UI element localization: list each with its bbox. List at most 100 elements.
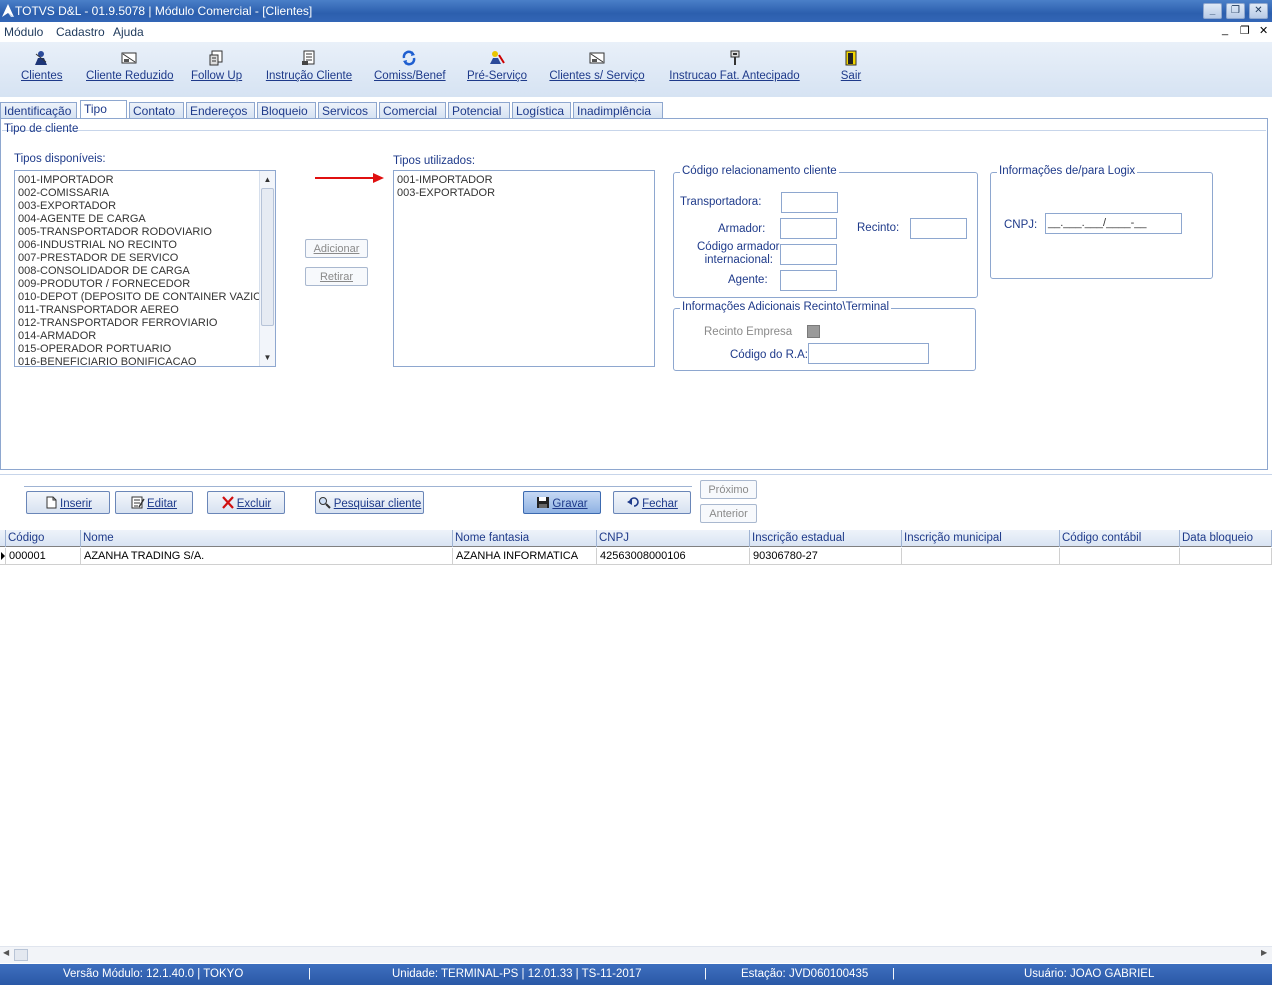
menu-modulo[interactable]: Módulo — [4, 25, 43, 39]
edit-button[interactable]: Editar — [115, 491, 193, 514]
list-item[interactable]: 015-OPERADOR PORTUARIO — [15, 343, 275, 356]
list-item[interactable]: 004-AGENTE DE CARGA — [15, 213, 275, 226]
scroll-right-icon[interactable]: ▶ — [1261, 948, 1267, 957]
status-usuario: Usuário: JOAO GABRIEL — [1024, 968, 1155, 980]
codigo-armador-input[interactable] — [780, 244, 837, 265]
codigo-ra-input[interactable] — [808, 343, 929, 364]
grid-horizontal-scrollbar[interactable]: ◀ ▶ — [0, 946, 1272, 963]
toolbar-clientes-sem-servico-button[interactable]: Clientes s/ Serviço — [549, 50, 645, 82]
list-item[interactable]: 010-DEPOT (DEPOSITO DE CONTAINER VAZIO) — [15, 291, 275, 304]
available-types-list[interactable]: 001-IMPORTADOR 002-COMISSARIA 003-EXPORT… — [14, 170, 276, 367]
close-button[interactable]: ✕ — [1249, 3, 1268, 19]
mdi-restore-icon[interactable]: ❐ — [1240, 24, 1250, 37]
scroll-up-icon[interactable]: ▲ — [260, 172, 275, 187]
mdi-close-icon[interactable]: ✕ — [1259, 24, 1268, 37]
grid-col-nome-fantasia[interactable]: Nome fantasia — [453, 530, 597, 547]
cell-inscricao-estadual[interactable]: 90306780-27 — [750, 548, 902, 565]
grid-col-nome[interactable]: Nome — [81, 530, 453, 547]
list-item[interactable]: 003-EXPORTADOR — [394, 187, 654, 200]
tab-bloqueio[interactable]: Bloqueio — [257, 102, 316, 119]
tab-identificacao[interactable]: Identificação — [0, 102, 77, 119]
toolbar-follow-up-button[interactable]: Follow Up — [191, 50, 242, 82]
previous-button[interactable]: Anterior — [700, 504, 757, 523]
armador-label: Armador: — [718, 223, 766, 235]
list-item[interactable]: 006-INDUSTRIAL NO RECINTO — [15, 239, 275, 252]
grid-col-data-bloqueio[interactable]: Data bloqueio — [1180, 530, 1272, 547]
close-form-button[interactable]: Fechar — [613, 491, 691, 514]
menu-ajuda[interactable]: Ajuda — [113, 25, 144, 39]
recinto-input[interactable] — [910, 218, 967, 239]
list-item[interactable]: 008-CONSOLIDADOR DE CARGA — [15, 265, 275, 278]
toolbar-sair-button[interactable]: Sair — [837, 50, 865, 82]
toolbar-cliente-reduzido-button[interactable]: Cliente Reduzido — [86, 50, 174, 82]
list-item[interactable]: 001-IMPORTADOR — [394, 174, 654, 187]
cnpj-input[interactable]: __.___.___/____-__ — [1045, 213, 1182, 234]
scroll-thumb[interactable] — [14, 949, 28, 961]
maximize-button[interactable]: ❐ — [1226, 3, 1245, 19]
cell-codigo-contabil[interactable] — [1060, 548, 1180, 565]
grid-col-cnpj[interactable]: CNPJ — [597, 530, 750, 547]
refresh-icon — [402, 50, 416, 66]
cell-cnpj[interactable]: 42563008000106 — [597, 548, 750, 565]
cell-data-bloqueio[interactable] — [1180, 548, 1272, 565]
list-item[interactable]: 003-EXPORTADOR — [15, 200, 275, 213]
mdi-minimize-icon[interactable]: _ — [1222, 24, 1228, 36]
scroll-down-icon[interactable]: ▼ — [260, 350, 275, 365]
used-types-list[interactable]: 001-IMPORTADOR 003-EXPORTADOR — [393, 170, 655, 367]
list-item[interactable]: 002-COMISSARIA — [15, 187, 275, 200]
save-button[interactable]: Gravar — [523, 491, 601, 514]
list-item[interactable]: 016-BENEFICIARIO BONIFICACAO — [15, 356, 275, 366]
cell-nome[interactable]: AZANHA TRADING S/A. — [81, 548, 453, 565]
list-item[interactable]: 007-PRESTADOR DE SERVICO — [15, 252, 275, 265]
toolbar-comiss-benef-button[interactable]: Comiss/Benef — [374, 50, 446, 82]
agente-label: Agente: — [728, 274, 768, 286]
agente-input[interactable] — [780, 270, 837, 291]
tab-comercial[interactable]: Comercial — [379, 102, 446, 119]
grid-col-inscricao-municipal[interactable]: Inscrição municipal — [902, 530, 1060, 547]
tab-tipo[interactable]: Tipo — [80, 100, 127, 119]
tab-logistica[interactable]: Logística — [512, 102, 571, 119]
search-client-button[interactable]: Pesquisar cliente — [315, 491, 424, 514]
tab-servicos[interactable]: Servicos — [318, 102, 377, 119]
transportadora-input[interactable] — [781, 192, 838, 213]
cell-codigo[interactable]: 000001 — [6, 548, 81, 565]
next-button[interactable]: Próximo — [700, 480, 757, 499]
used-types-label: Tipos utilizados: — [393, 155, 476, 167]
toolbar-pre-servico-button[interactable]: Pré-Serviço — [467, 50, 527, 82]
tab-potencial[interactable]: Potencial — [448, 102, 510, 119]
list-item[interactable]: 001-IMPORTADOR — [15, 174, 275, 187]
grid-col-inscricao-estadual[interactable]: Inscrição estadual — [750, 530, 902, 547]
status-separator: | — [892, 968, 895, 980]
grid-col-codigo[interactable]: Código — [6, 530, 81, 547]
scroll-left-icon[interactable]: ◀ — [3, 948, 9, 957]
minimize-button[interactable]: _ — [1203, 3, 1222, 19]
cell-inscricao-municipal[interactable] — [902, 548, 1060, 565]
pin-icon — [730, 50, 739, 65]
toolbar-clientes-button[interactable]: Clientes — [21, 50, 63, 82]
tab-enderecos[interactable]: Endereços — [186, 102, 255, 119]
list-item[interactable]: 009-PRODUTOR / FORNECEDOR — [15, 278, 275, 291]
scroll-thumb[interactable] — [261, 188, 274, 326]
tab-inadimplencia[interactable]: Inadimplência — [573, 102, 663, 119]
remove-type-button[interactable]: Retirar — [305, 267, 368, 286]
add-type-button[interactable]: Adicionar — [305, 239, 368, 258]
cell-nome-fantasia[interactable]: AZANHA INFORMATICA — [453, 548, 597, 565]
grid-col-codigo-contabil[interactable]: Código contábil — [1060, 530, 1180, 547]
toolbar-instrucao-fat-antecipado-button[interactable]: Instrucao Fat. Antecipado — [668, 50, 801, 82]
list-item[interactable]: 005-TRANSPORTADOR RODOVIARIO — [15, 226, 275, 239]
menu-cadastro[interactable]: Cadastro — [56, 25, 105, 39]
list-item[interactable]: 014-ARMADOR — [15, 330, 275, 343]
recinto-label: Recinto: — [857, 222, 900, 234]
insert-button[interactable]: Inserir — [26, 491, 110, 514]
list-item[interactable]: 012-TRANSPORTADOR FERROVIARIO — [15, 317, 275, 330]
logix-title: Informações de/para Logix — [997, 165, 1138, 177]
menu-bar: Módulo Cadastro Ajuda _ ❐ ✕ — [0, 22, 1272, 42]
delete-button[interactable]: Excluir — [207, 491, 285, 514]
tab-contato[interactable]: Contato — [129, 102, 184, 119]
toolbar-instrucao-cliente-button[interactable]: Instrução Cliente — [265, 50, 353, 82]
list-item[interactable]: 011-TRANSPORTADOR AEREO — [15, 304, 275, 317]
armador-input[interactable] — [780, 218, 837, 239]
recinto-empresa-checkbox[interactable] — [807, 325, 820, 338]
table-row[interactable]: 000001 AZANHA TRADING S/A. AZANHA INFORM… — [0, 548, 1272, 565]
available-list-scrollbar[interactable]: ▲ ▼ — [259, 171, 275, 366]
